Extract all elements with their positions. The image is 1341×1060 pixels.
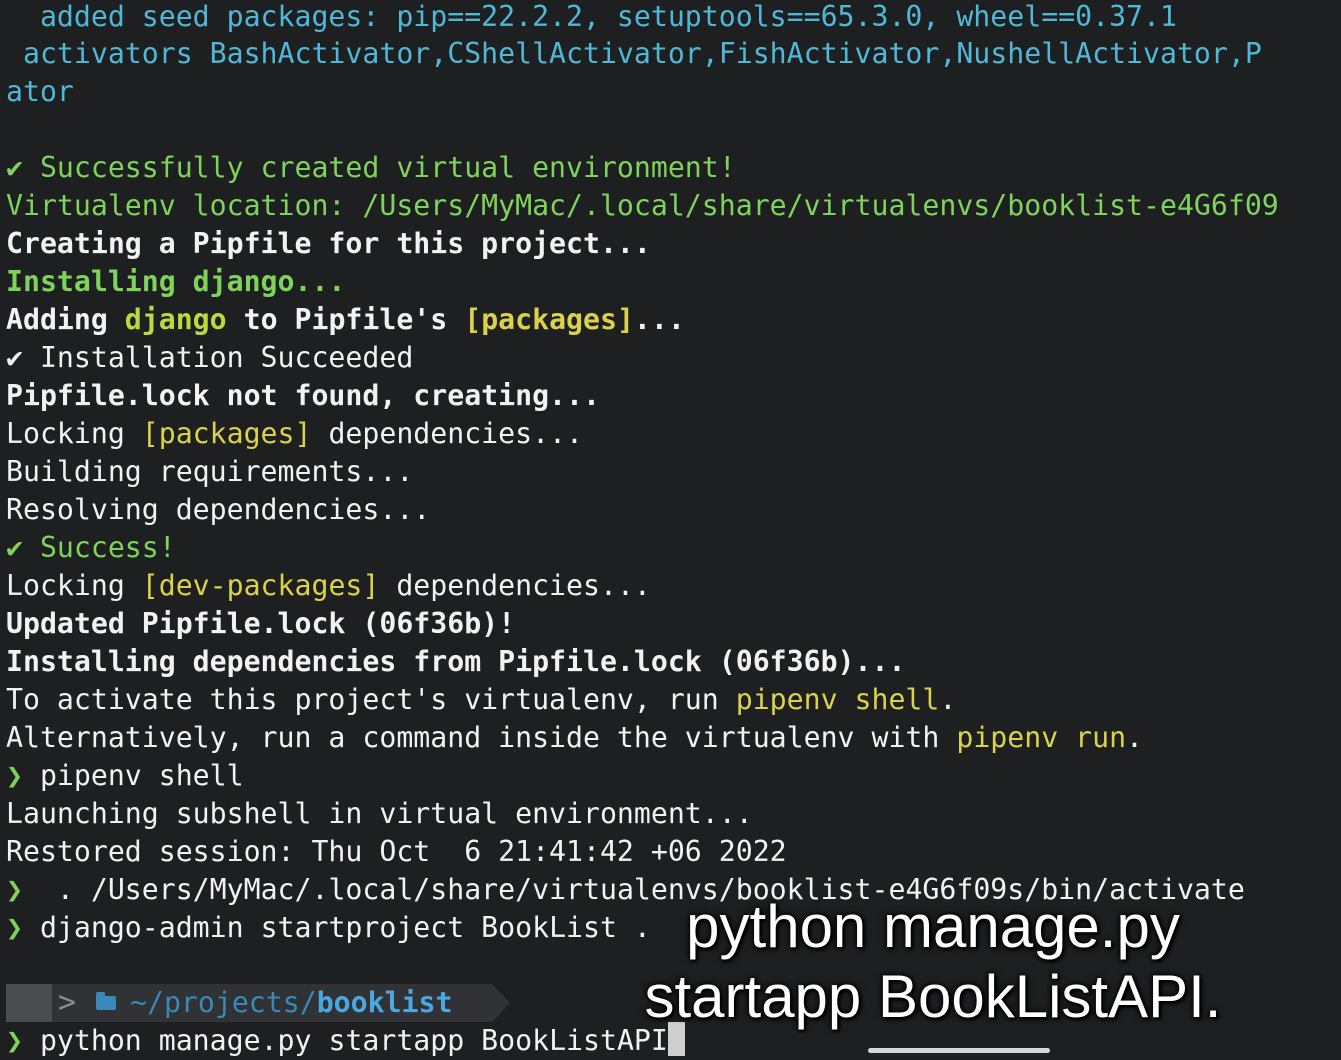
terminal-line: Locking [dev-packages] dependencies... [6, 567, 651, 605]
line-text: Locking [6, 569, 142, 602]
terminal-line: Installing django... [6, 263, 345, 301]
terminal-line: activators BashActivator,CShellActivator… [6, 35, 1262, 73]
prompt-arrow-icon: ❯ [6, 873, 23, 906]
line-text: Updated Pipfile.lock (06f36b)! [6, 607, 516, 640]
terminal-line: ❯ pipenv shell [6, 757, 244, 795]
command-text: pipenv shell [22, 759, 244, 792]
terminal-line: Resolving dependencies... [6, 491, 430, 529]
terminal-line: Locking [packages] dependencies... [6, 415, 583, 453]
terminal-line: added seed packages: pip==22.2.2, setupt… [6, 0, 1177, 36]
caption-line: python manage.py [686, 893, 1180, 960]
terminal-line: Launching subshell in virtual environmen… [6, 795, 753, 833]
terminal-line: Updated Pipfile.lock (06f36b)! [6, 605, 515, 643]
line-text: dependencies... [379, 569, 651, 602]
line-text: added seed packages: pip==22.2.2, setupt… [6, 0, 1177, 33]
terminal-line: Adding django to Pipfile's [packages]... [6, 301, 685, 339]
command-text: django-admin startproject BookList . [22, 911, 651, 944]
prompt-path: ~/projects/booklist [130, 984, 452, 1022]
success-message: ✔ Successfully created virtual environme… [6, 151, 736, 184]
line-text: . [939, 683, 957, 716]
line-text: Building requirements... [6, 455, 414, 488]
terminal-line: Restored session: Thu Oct 6 21:41:42 +06… [6, 833, 787, 871]
prompt-arrow-icon: ❯ [6, 759, 23, 792]
terminal-line: Virtualenv location: /Users/MyMac/.local… [6, 187, 1279, 225]
terminal-line: Building requirements... [6, 453, 413, 491]
section-name: [packages] [141, 417, 312, 450]
command-hint: pipenv shell [735, 683, 940, 716]
line-text: ... [633, 303, 685, 336]
line-text: dependencies... [311, 417, 583, 450]
shell-prompt-bar: > ~/projects/booklist [6, 984, 510, 1022]
prompt-arrow-icon: ❯ [6, 1024, 23, 1057]
terminal-line: Pipfile.lock not found, creating... [6, 377, 600, 415]
line-text: to Pipfile's [226, 303, 465, 336]
line-text: activators BashActivator,CShellActivator… [6, 37, 1262, 70]
chevron-right-icon: > [58, 985, 77, 1020]
line-text: Restored session: Thu Oct 6 21:41:42 +06… [6, 835, 787, 868]
path-prefix: ~/projects/ [130, 986, 317, 1019]
line-text: Launching subshell in virtual environmen… [6, 797, 753, 830]
terminal-line: ✔ Installation Succeeded [6, 339, 413, 377]
line-text: Resolving dependencies... [6, 493, 431, 526]
terminal-line: ✔ Successfully created virtual environme… [6, 149, 736, 187]
line-text: Pipfile.lock not found, creating... [6, 379, 600, 412]
scroll-indicator[interactable] [868, 1048, 1050, 1053]
command-hint: pipenv run [956, 721, 1127, 754]
virtualenv-location: Virtualenv location: /Users/MyMac/.local… [6, 189, 1279, 222]
line-text: Installing django... [6, 265, 346, 298]
terminal-line: Creating a Pipfile for this project... [6, 225, 651, 263]
line-text: Adding [6, 303, 125, 336]
terminal-line: ❯ django-admin startproject BookList . [6, 909, 651, 947]
section-name: [packages] [464, 303, 634, 336]
video-caption: python manage.py startapp BookListAPI. [583, 892, 1283, 1032]
line-text: . [1126, 721, 1144, 754]
terminal-line: Installing dependencies from Pipfile.loc… [6, 643, 905, 681]
line-text: Locking [6, 417, 142, 450]
prompt-separator [492, 984, 510, 1022]
prompt-segment-status [6, 984, 52, 1022]
line-text: To activate this project's virtualenv, r… [6, 683, 736, 716]
caption-line: startapp BookListAPI. [644, 963, 1222, 1030]
terminal-line: To activate this project's virtualenv, r… [6, 681, 956, 719]
folder-icon [96, 992, 116, 1010]
line-text: ator [6, 75, 74, 108]
section-name: [dev-packages] [141, 569, 380, 602]
terminal-line: ator [6, 73, 74, 111]
package-name: django [124, 303, 227, 336]
terminal-line: Alternatively, run a command inside the … [6, 719, 1143, 757]
terminal-line: ✔ Success! [6, 529, 176, 567]
success-message: ✔ Success! [6, 531, 176, 564]
line-text: Alternatively, run a command inside the … [6, 721, 957, 754]
line-text: Installing dependencies from Pipfile.loc… [6, 645, 906, 678]
path-current-dir: booklist [316, 986, 453, 1019]
line-text: Creating a Pipfile for this project... [6, 227, 651, 260]
command-input[interactable]: python manage.py startapp BookListAPI [23, 1024, 668, 1057]
prompt-arrow-icon: ❯ [6, 911, 23, 944]
line-text: ✔ Installation Succeeded [6, 341, 414, 374]
